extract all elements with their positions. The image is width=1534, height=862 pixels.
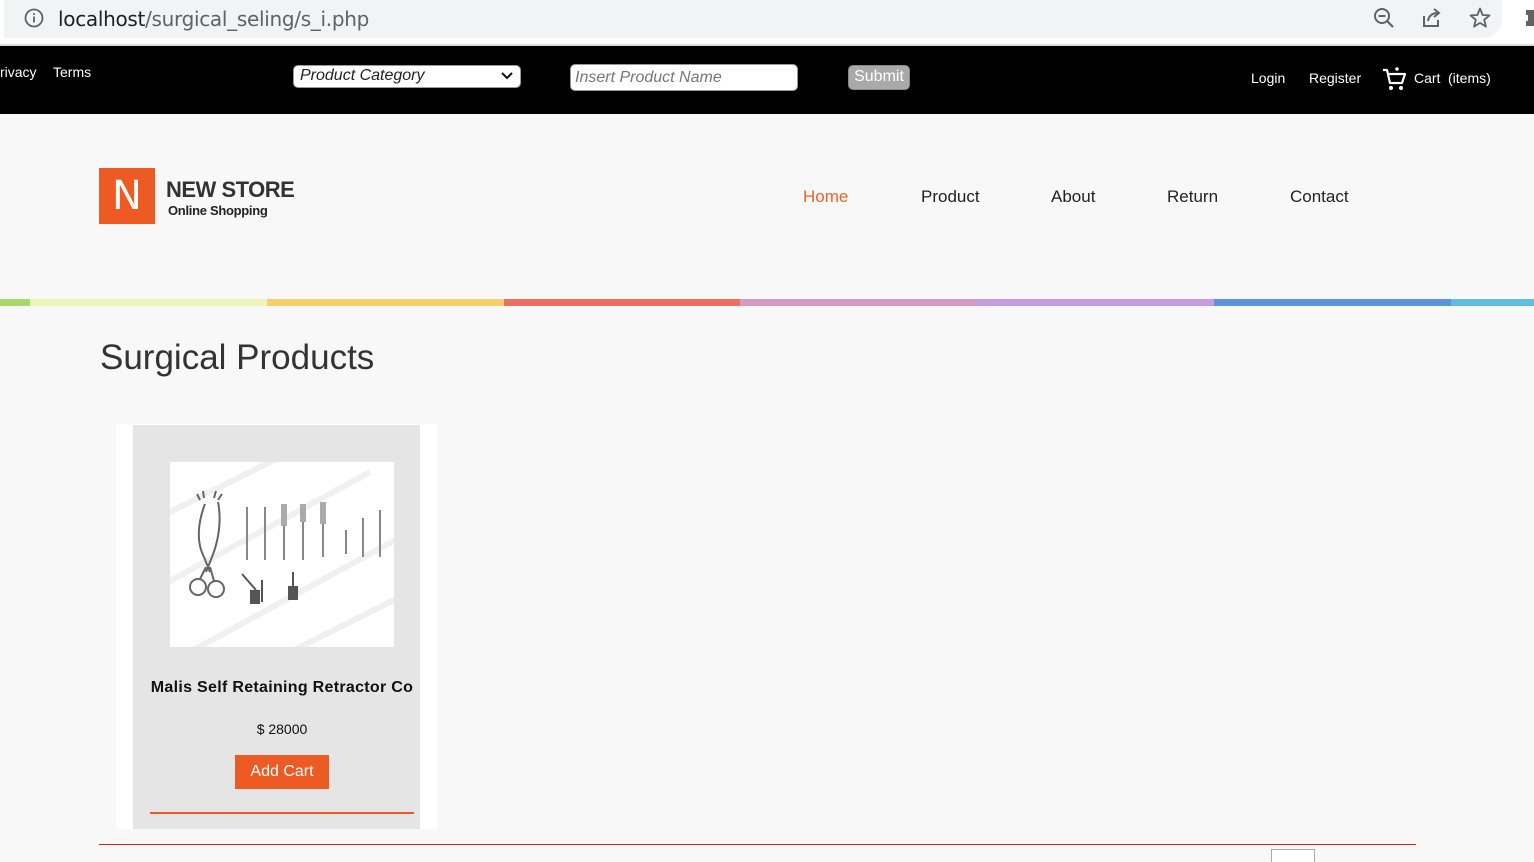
- nav-about[interactable]: About: [1051, 187, 1095, 207]
- logo-subtitle: Online Shopping: [168, 203, 268, 218]
- login-link[interactable]: Login: [1251, 70, 1285, 86]
- register-link[interactable]: Register: [1309, 70, 1361, 86]
- terms-link[interactable]: Terms: [53, 64, 91, 80]
- nav-product[interactable]: Product: [921, 187, 980, 207]
- cart-items-count: (items): [1448, 70, 1491, 86]
- browser-toolbar: localhost/surgical_seling/s_i.php: [0, 0, 1534, 46]
- url-text[interactable]: localhost/surgical_seling/s_i.php: [58, 7, 369, 31]
- product-category-label: Product Category: [300, 67, 425, 84]
- extensions-icon[interactable]: [1522, 6, 1534, 30]
- zoom-icon[interactable]: [1372, 6, 1396, 30]
- product-name-search-input[interactable]: [570, 64, 798, 91]
- nav-home[interactable]: Home: [803, 187, 848, 207]
- logo-mark[interactable]: N: [99, 168, 155, 224]
- privacy-link[interactable]: rivacy: [0, 64, 37, 80]
- nav-contact[interactable]: Contact: [1290, 187, 1349, 207]
- cart-link[interactable]: Cart: [1414, 70, 1440, 86]
- logo-title: NEW STORE: [166, 177, 295, 202]
- color-strip-segment: [740, 299, 977, 306]
- top-bar: rivacy Terms Product Category Submit Log…: [0, 46, 1534, 114]
- color-strip-segment: [267, 299, 504, 306]
- nav-return[interactable]: Return: [1167, 187, 1218, 207]
- share-icon[interactable]: [1420, 6, 1444, 30]
- info-icon[interactable]: [24, 8, 44, 28]
- add-cart-button[interactable]: Add Cart: [235, 755, 329, 789]
- product-name[interactable]: Malis Self Retaining Retractor Co: [150, 678, 414, 697]
- color-strip-segment: [977, 299, 1214, 306]
- cart-icon[interactable]: [1382, 66, 1408, 92]
- url-host: localhost: [58, 7, 146, 31]
- color-strip-segment: [0, 299, 30, 306]
- color-strip-segment: [1451, 299, 1534, 306]
- color-divider-strip: [0, 299, 1534, 306]
- page-title: Surgical Products: [100, 338, 375, 377]
- card-divider: [150, 812, 414, 814]
- url-path: /surgical_seling/s_i.php: [145, 7, 369, 31]
- product-category-select[interactable]: Product Category: [293, 65, 521, 88]
- color-strip-segment: [30, 299, 267, 306]
- footer-element: [1271, 849, 1315, 862]
- star-icon[interactable]: [1468, 6, 1492, 30]
- address-bar[interactable]: localhost/surgical_seling/s_i.php: [4, 0, 1502, 38]
- color-strip-segment: [504, 299, 740, 306]
- product-image[interactable]: [170, 462, 394, 647]
- submit-button[interactable]: Submit: [848, 65, 910, 90]
- chevron-down-icon: [501, 72, 513, 80]
- footer-divider: [99, 844, 1416, 845]
- product-price: $ 28000: [256, 721, 308, 737]
- color-strip-segment: [1214, 299, 1451, 306]
